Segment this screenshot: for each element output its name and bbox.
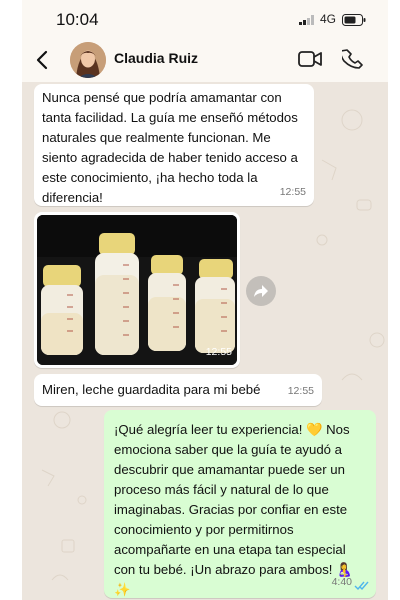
forward-icon[interactable] [246,276,276,306]
message-time: 4:40 [331,576,352,588]
bottle [95,233,139,355]
phone-icon[interactable] [342,48,364,70]
read-receipt-icon [354,581,369,591]
contact-name[interactable]: Claudia Ruiz [114,50,198,66]
avatar[interactable] [70,42,106,78]
status-bar: 10:04 4G [22,0,388,38]
message-text: Miren, leche guardadita para mi bebé [42,382,261,397]
network-type: 4G [320,12,337,26]
message-text: Nunca pensé que podría amamantar con tan… [42,90,298,205]
signal-strength-icon [299,15,314,25]
bottle [148,255,186,351]
message-time: 12:55 [287,385,314,397]
chat-header: Claudia Ruiz [22,38,388,82]
status-time: 10:04 [56,10,99,29]
message-time: 12:55 [279,186,306,198]
message-text: ¡Qué alegría leer tu experiencia! 💛 Nos … [114,422,353,597]
message-time: 12:55 [205,346,232,358]
battery-icon [342,14,366,26]
outgoing-message[interactable]: ¡Qué alegría leer tu experiencia! 💛 Nos … [104,410,376,598]
avatar-photo [70,42,106,78]
bottle [195,259,235,353]
incoming-message[interactable]: Nunca pensé que podría amamantar con tan… [34,84,314,206]
incoming-image-message[interactable]: 12:55 [34,212,240,368]
back-arrow-icon[interactable] [32,48,54,72]
incoming-message[interactable]: Miren, leche guardadita para mi bebé 12:… [34,374,322,406]
chat-screen: 10:04 4G Claudia Ruiz Nunca pensé que po… [22,0,388,600]
bottle [41,265,83,355]
video-call-icon[interactable] [298,50,322,68]
